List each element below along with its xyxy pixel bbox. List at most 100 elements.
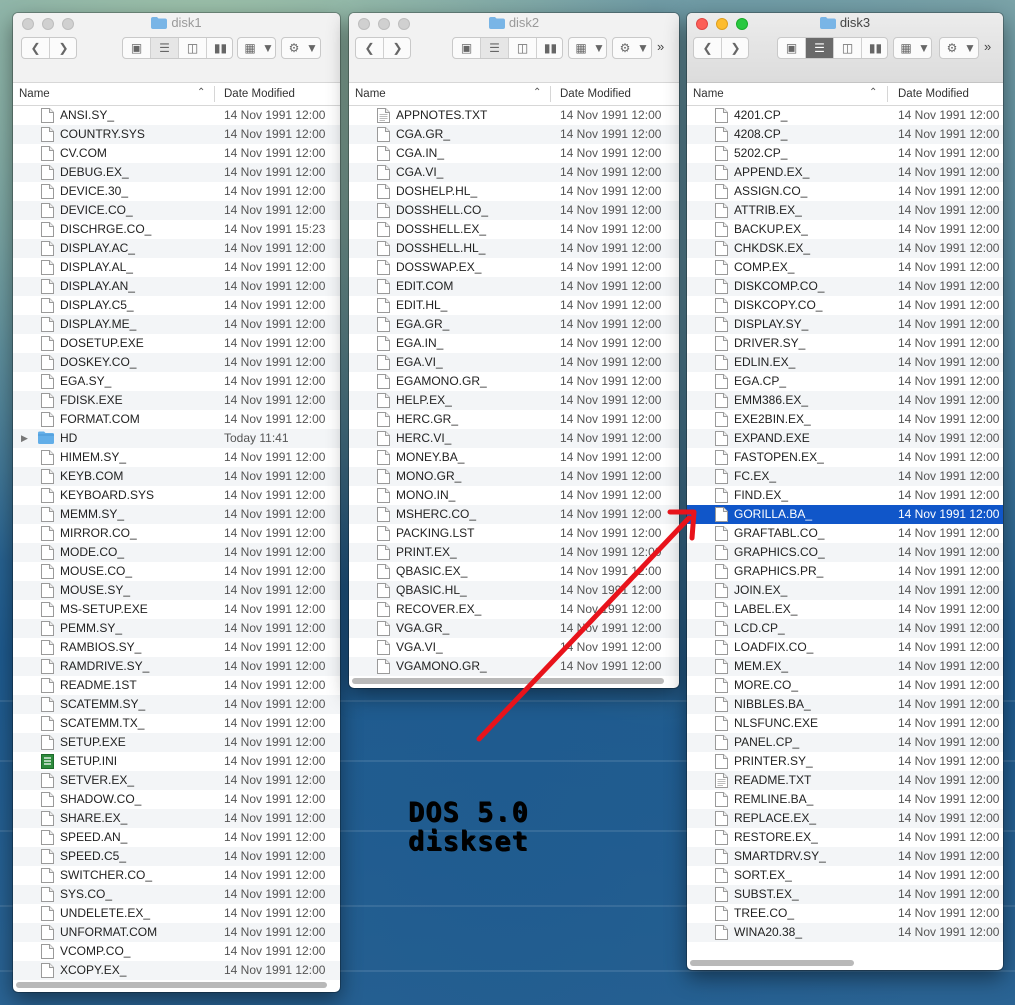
file-row[interactable]: WINA20.38_ 14 Nov 1991 12:00 xyxy=(687,923,1003,942)
cover-flow-icon[interactable]: ▮▮ xyxy=(862,38,889,58)
title-bar[interactable]: disk2 ❮ ❯ ▣ ☰ ◫ ▮▮ ▦ ▼ ⚙ ▼ » xyxy=(349,13,679,83)
action-button[interactable]: ⚙ ▼ xyxy=(612,37,652,59)
finder-window-disk3[interactable]: disk3 ❮ ❯ ▣ ☰ ◫ ▮▮ ▦ ▼ ⚙ ▼ » Name ⌃ Date Modif… xyxy=(687,13,1003,970)
file-row[interactable]: BACKUP.EX_ 14 Nov 1991 12:00 xyxy=(687,220,1003,239)
file-row[interactable]: UNDELETE.EX_ 14 Nov 1991 12:00 xyxy=(13,904,340,923)
arrange-button[interactable]: ▦ ▼ xyxy=(237,37,276,59)
file-row[interactable]: RAMBIOS.SY_ 14 Nov 1991 12:00 xyxy=(13,638,340,657)
file-row[interactable]: DISKCOMP.CO_ 14 Nov 1991 12:00 xyxy=(687,277,1003,296)
file-row[interactable]: JOIN.EX_ 14 Nov 1991 12:00 xyxy=(687,581,1003,600)
file-row[interactable]: XCOPY.EX_ 14 Nov 1991 12:00 xyxy=(13,961,340,980)
file-row[interactable]: TREE.CO_ 14 Nov 1991 12:00 xyxy=(687,904,1003,923)
file-row[interactable]: SETUP.EXE 14 Nov 1991 12:00 xyxy=(13,733,340,752)
file-row[interactable]: FDISK.EXE 14 Nov 1991 12:00 xyxy=(13,391,340,410)
file-row[interactable]: MS-SETUP.EXE 14 Nov 1991 12:00 xyxy=(13,600,340,619)
back-button[interactable]: ❮ xyxy=(356,38,384,58)
file-row[interactable]: CGA.IN_ 14 Nov 1991 12:00 xyxy=(349,144,679,163)
file-row[interactable]: DEBUG.EX_ 14 Nov 1991 12:00 xyxy=(13,163,340,182)
file-row[interactable]: EDIT.HL_ 14 Nov 1991 12:00 xyxy=(349,296,679,315)
file-row[interactable]: CHKDSK.EX_ 14 Nov 1991 12:00 xyxy=(687,239,1003,258)
disclosure-triangle-icon[interactable]: ▶ xyxy=(21,429,28,448)
file-row[interactable]: ASSIGN.CO_ 14 Nov 1991 12:00 xyxy=(687,182,1003,201)
toolbar-overflow-button[interactable]: » xyxy=(657,39,664,54)
file-row[interactable]: SWITCHER.CO_ 14 Nov 1991 12:00 xyxy=(13,866,340,885)
file-row[interactable]: MIRROR.CO_ 14 Nov 1991 12:00 xyxy=(13,524,340,543)
file-row[interactable]: DOSSWAP.EX_ 14 Nov 1991 12:00 xyxy=(349,258,679,277)
file-row[interactable]: EXE2BIN.EX_ 14 Nov 1991 12:00 xyxy=(687,410,1003,429)
file-row[interactable]: NLSFUNC.EXE 14 Nov 1991 12:00 xyxy=(687,714,1003,733)
finder-window-disk1[interactable]: disk1 ❮ ❯ ▣ ☰ ◫ ▮▮ ▦ ▼ ⚙ ▼ Name ⌃ Date Modifie… xyxy=(13,13,340,992)
back-button[interactable]: ❮ xyxy=(22,38,50,58)
column-view-icon[interactable]: ◫ xyxy=(179,38,207,58)
file-row[interactable]: GRAFTABL.CO_ 14 Nov 1991 12:00 xyxy=(687,524,1003,543)
file-row[interactable]: DISPLAY.AL_ 14 Nov 1991 12:00 xyxy=(13,258,340,277)
file-row[interactable]: EGA.CP_ 14 Nov 1991 12:00 xyxy=(687,372,1003,391)
file-row[interactable]: PRINTER.SY_ 14 Nov 1991 12:00 xyxy=(687,752,1003,771)
file-row[interactable]: GRAPHICS.CO_ 14 Nov 1991 12:00 xyxy=(687,543,1003,562)
file-row[interactable]: APPNOTES.TXT 14 Nov 1991 12:00 xyxy=(349,106,679,125)
file-row[interactable]: MOUSE.SY_ 14 Nov 1991 12:00 xyxy=(13,581,340,600)
date-column-header[interactable]: Date Modified xyxy=(898,88,969,100)
file-row[interactable]: HERC.VI_ 14 Nov 1991 12:00 xyxy=(349,429,679,448)
forward-button[interactable]: ❯ xyxy=(50,38,77,58)
file-row[interactable]: ▶ HD Today 11:41 xyxy=(13,429,340,448)
date-column-header[interactable]: Date Modified xyxy=(560,88,631,100)
title-bar[interactable]: disk1 ❮ ❯ ▣ ☰ ◫ ▮▮ ▦ ▼ ⚙ ▼ xyxy=(13,13,340,83)
file-row[interactable]: GORILLA.BA_ 14 Nov 1991 12:00 xyxy=(687,505,1003,524)
file-row[interactable]: EGA.SY_ 14 Nov 1991 12:00 xyxy=(13,372,340,391)
file-row[interactable]: NIBBLES.BA_ 14 Nov 1991 12:00 xyxy=(687,695,1003,714)
file-row[interactable]: LOADFIX.CO_ 14 Nov 1991 12:00 xyxy=(687,638,1003,657)
file-row[interactable]: ANSI.SY_ 14 Nov 1991 12:00 xyxy=(13,106,340,125)
file-row[interactable]: DISPLAY.ME_ 14 Nov 1991 12:00 xyxy=(13,315,340,334)
date-column-header[interactable]: Date Modified xyxy=(224,88,295,100)
file-row[interactable]: KEYBOARD.SYS 14 Nov 1991 12:00 xyxy=(13,486,340,505)
file-row[interactable]: SYS.CO_ 14 Nov 1991 12:00 xyxy=(13,885,340,904)
file-row[interactable]: DOSSHELL.EX_ 14 Nov 1991 12:00 xyxy=(349,220,679,239)
file-row[interactable]: DEVICE.30_ 14 Nov 1991 12:00 xyxy=(13,182,340,201)
file-row[interactable]: DOSETUP.EXE 14 Nov 1991 12:00 xyxy=(13,334,340,353)
file-row[interactable]: SUBST.EX_ 14 Nov 1991 12:00 xyxy=(687,885,1003,904)
cover-flow-icon[interactable]: ▮▮ xyxy=(537,38,564,58)
file-row[interactable]: CGA.GR_ 14 Nov 1991 12:00 xyxy=(349,125,679,144)
forward-button[interactable]: ❯ xyxy=(384,38,411,58)
file-row[interactable]: RESTORE.EX_ 14 Nov 1991 12:00 xyxy=(687,828,1003,847)
file-row[interactable]: DISCHRGE.CO_ 14 Nov 1991 15:23 xyxy=(13,220,340,239)
file-row[interactable]: LCD.CP_ 14 Nov 1991 12:00 xyxy=(687,619,1003,638)
file-row[interactable]: SPEED.AN_ 14 Nov 1991 12:00 xyxy=(13,828,340,847)
toolbar-overflow-button[interactable]: » xyxy=(984,39,991,54)
column-divider[interactable] xyxy=(887,86,888,102)
file-row[interactable]: MORE.CO_ 14 Nov 1991 12:00 xyxy=(687,676,1003,695)
horizontal-scrollbar[interactable] xyxy=(16,982,327,988)
name-column-header[interactable]: Name xyxy=(19,88,50,100)
arrange-button[interactable]: ▦ ▼ xyxy=(893,37,932,59)
file-row[interactable]: EDIT.COM 14 Nov 1991 12:00 xyxy=(349,277,679,296)
icon-view-icon[interactable]: ▣ xyxy=(453,38,481,58)
file-row[interactable]: RAMDRIVE.SY_ 14 Nov 1991 12:00 xyxy=(13,657,340,676)
file-row[interactable]: REMLINE.BA_ 14 Nov 1991 12:00 xyxy=(687,790,1003,809)
file-row[interactable]: COMP.EX_ 14 Nov 1991 12:00 xyxy=(687,258,1003,277)
list-view-icon[interactable]: ☰ xyxy=(806,38,834,58)
file-row[interactable]: FC.EX_ 14 Nov 1991 12:00 xyxy=(687,467,1003,486)
file-row[interactable]: HELP.EX_ 14 Nov 1991 12:00 xyxy=(349,391,679,410)
file-row[interactable]: 4208.CP_ 14 Nov 1991 12:00 xyxy=(687,125,1003,144)
file-row[interactable]: EMM386.EX_ 14 Nov 1991 12:00 xyxy=(687,391,1003,410)
file-row[interactable]: SPEED.C5_ 14 Nov 1991 12:00 xyxy=(13,847,340,866)
list-view-icon[interactable]: ☰ xyxy=(481,38,509,58)
file-row[interactable]: FIND.EX_ 14 Nov 1991 12:00 xyxy=(687,486,1003,505)
file-row[interactable]: DRIVER.SY_ 14 Nov 1991 12:00 xyxy=(687,334,1003,353)
column-view-icon[interactable]: ◫ xyxy=(509,38,537,58)
file-row[interactable]: SHADOW.CO_ 14 Nov 1991 12:00 xyxy=(13,790,340,809)
column-divider[interactable] xyxy=(550,86,551,102)
file-row[interactable]: 5202.CP_ 14 Nov 1991 12:00 xyxy=(687,144,1003,163)
column-divider[interactable] xyxy=(214,86,215,102)
file-row[interactable]: SORT.EX_ 14 Nov 1991 12:00 xyxy=(687,866,1003,885)
file-row[interactable]: APPEND.EX_ 14 Nov 1991 12:00 xyxy=(687,163,1003,182)
file-row[interactable]: EGA.VI_ 14 Nov 1991 12:00 xyxy=(349,353,679,372)
file-row[interactable]: EGA.IN_ 14 Nov 1991 12:00 xyxy=(349,334,679,353)
file-row[interactable]: MONO.GR_ 14 Nov 1991 12:00 xyxy=(349,467,679,486)
title-bar[interactable]: disk3 ❮ ❯ ▣ ☰ ◫ ▮▮ ▦ ▼ ⚙ ▼ » xyxy=(687,13,1003,83)
file-row[interactable]: SCATEMM.SY_ 14 Nov 1991 12:00 xyxy=(13,695,340,714)
file-row[interactable]: DOSHELP.HL_ 14 Nov 1991 12:00 xyxy=(349,182,679,201)
file-row[interactable]: DOSSHELL.HL_ 14 Nov 1991 12:00 xyxy=(349,239,679,258)
file-row[interactable]: PEMM.SY_ 14 Nov 1991 12:00 xyxy=(13,619,340,638)
